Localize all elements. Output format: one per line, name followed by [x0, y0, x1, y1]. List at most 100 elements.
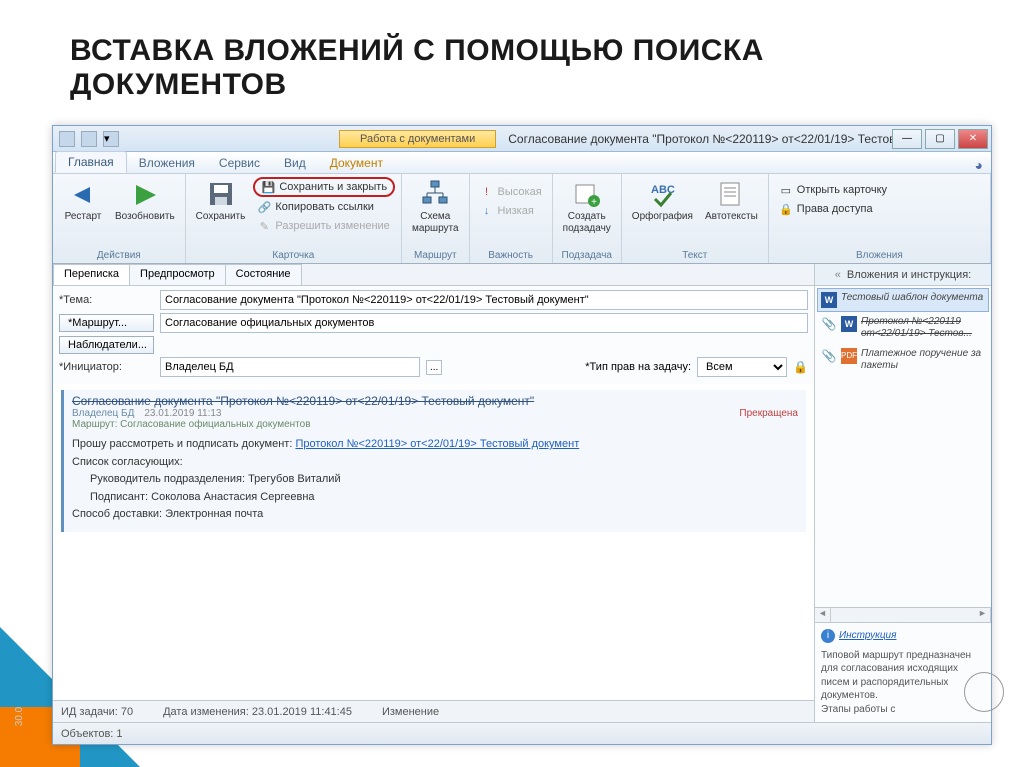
attachments-list: W Тестовый шаблон документа 📎 W Протокол… — [815, 286, 991, 378]
open-card-button[interactable]: ▭ Открыть карточку — [775, 181, 891, 199]
subtab-preview[interactable]: Предпросмотр — [129, 264, 226, 285]
document-link[interactable]: Протокол №<220119> от<22/01/19> Тестовый… — [295, 438, 579, 450]
subtab-correspondence[interactable]: Переписка — [53, 264, 130, 285]
chevron-left-icon[interactable]: « — [835, 269, 841, 281]
route-input[interactable] — [160, 313, 808, 333]
ribbon-tab-main[interactable]: Главная — [55, 151, 127, 173]
message-block: Согласование документа "Протокол №<22011… — [61, 390, 806, 532]
form-area: *Тема: *Маршрут... Наблюдатели... *Иници… — [53, 286, 814, 384]
attachment-item[interactable]: 📎 PDF Платежное поручение за пакеты — [817, 344, 989, 376]
allow-edit-button[interactable]: ✎ Разрешить изменение — [253, 217, 395, 235]
save-close-button[interactable]: 💾 Сохранить и закрыть — [253, 177, 395, 197]
task-id: ИД задачи: 70 — [61, 706, 133, 718]
group-subtask: + Создать подзадачу Подзадача — [553, 174, 622, 263]
autotext-icon — [716, 179, 746, 209]
access-rights-button[interactable]: 🔒 Права доступа — [775, 200, 891, 218]
rights-label: *Тип прав на задачу: — [585, 361, 691, 373]
rights-select[interactable]: Всем — [697, 357, 787, 377]
close-button[interactable]: ✕ — [958, 129, 988, 149]
lock-icon: 🔒 — [779, 202, 793, 216]
main-pane: Переписка Предпросмотр Состояние *Тема: … — [53, 264, 815, 722]
ribbon-tabs: Главная Вложения Сервис Вид Документ ◕ — [53, 152, 991, 174]
group-card: Сохранить 💾 Сохранить и закрыть 🔗 Копиро… — [186, 174, 402, 263]
scroll-right-icon[interactable]: ► — [975, 608, 991, 622]
word-icon: W — [821, 292, 837, 308]
modified-date: Дата изменения: 23.01.2019 11:41:45 — [163, 706, 352, 718]
group-actions: Рестарт Возобновить Действия — [53, 174, 186, 263]
maximize-button[interactable]: ▢ — [925, 129, 955, 149]
slide-title: ВСТАВКА ВЛОЖЕНИЙ С ПОМОЩЬЮ ПОИСКА ДОКУМЕ… — [0, 0, 1024, 116]
autotext-button[interactable]: Автотексты — [701, 177, 762, 225]
attachment-item[interactable]: 📎 W Протокол №<220119 от<22/01/19> Тесто… — [817, 312, 989, 344]
group-attachments: ▭ Открыть карточку 🔒 Права доступа Вложе… — [769, 174, 991, 263]
observers-button[interactable]: Наблюдатели... — [59, 336, 154, 354]
ribbon-tab-service[interactable]: Сервис — [207, 153, 272, 173]
lock-icon: 🔒 — [793, 360, 808, 374]
resume-button[interactable]: Возобновить — [111, 177, 179, 225]
clip-icon: 📎 — [821, 316, 837, 332]
message-area: Согласование документа "Протокол №<22011… — [53, 384, 814, 700]
restart-icon — [68, 179, 98, 209]
group-route: Схема маршрута Маршрут — [402, 174, 470, 263]
side-header: « Вложения и инструкция: — [815, 264, 991, 286]
clip-icon: 📎 — [821, 348, 837, 364]
ribbon-tab-view[interactable]: Вид — [272, 153, 318, 173]
qat-icon[interactable] — [81, 131, 97, 147]
initiator-label: *Инициатор: — [59, 361, 154, 373]
edit-icon: ✎ — [257, 219, 271, 233]
page-number-circle — [964, 672, 1004, 712]
route-scheme-button[interactable]: Схема маршрута — [408, 177, 463, 236]
save-icon — [206, 179, 236, 209]
spellcheck-button[interactable]: ABC Орфография — [628, 177, 697, 225]
scroll-left-icon[interactable]: ◄ — [815, 608, 831, 622]
attachment-item[interactable]: W Тестовый шаблон документа — [817, 288, 989, 312]
copy-link-button[interactable]: 🔗 Копировать ссылки — [253, 198, 395, 216]
route-button[interactable]: *Маршрут... — [59, 314, 154, 332]
instruction-link[interactable]: Инструкция — [839, 630, 896, 641]
ribbon-tab-attachments[interactable]: Вложения — [127, 153, 207, 173]
message-route: Маршрут: Согласование официальных докуме… — [72, 419, 798, 430]
status-bar-info: ИД задачи: 70 Дата изменения: 23.01.2019… — [53, 700, 814, 722]
create-subtask-button[interactable]: + Создать подзадачу — [559, 177, 615, 236]
help-icon[interactable]: ◕ — [975, 157, 983, 173]
status-bar-bottom: Объектов: 1 — [53, 722, 991, 744]
link-icon: 🔗 — [257, 200, 271, 214]
save-close-icon: 💾 — [261, 180, 275, 194]
group-text: ABC Орфография Автотексты Текст — [622, 174, 769, 263]
restart-button[interactable]: Рестарт — [59, 177, 107, 225]
content-area: Переписка Предпросмотр Состояние *Тема: … — [53, 264, 991, 722]
slide-date: 30.0 — [14, 707, 25, 726]
sub-tabs: Переписка Предпросмотр Состояние — [53, 264, 814, 286]
app-window: ▾ Работа с документами Согласование доку… — [52, 125, 992, 745]
side-pane: « Вложения и инструкция: W Тестовый шабл… — [815, 264, 991, 722]
initiator-input[interactable] — [160, 357, 420, 377]
svg-text:+: + — [591, 197, 597, 208]
minimize-button[interactable]: — — [892, 129, 922, 149]
quick-access-toolbar[interactable]: ▾ — [53, 131, 119, 147]
scheme-icon — [420, 179, 450, 209]
save-button[interactable]: Сохранить — [192, 177, 250, 225]
side-scrollbar[interactable]: ◄ ► — [815, 607, 991, 623]
titlebar: ▾ Работа с документами Согласование доку… — [53, 126, 991, 152]
context-tab-label: Работа с документами — [339, 130, 496, 148]
qat-icon[interactable] — [59, 131, 75, 147]
message-date: 23.01.2019 11:13 — [144, 408, 221, 419]
ribbon-tab-document[interactable]: Документ — [318, 153, 395, 173]
message-status: Прекращена — [739, 408, 798, 419]
importance-high-button[interactable]: ! Высокая — [476, 183, 546, 201]
initiator-picker-icon[interactable]: ... — [426, 360, 442, 375]
importance-low-button[interactable]: ↓ Низкая — [476, 202, 546, 220]
group-importance: ! Высокая ↓ Низкая Важность — [470, 174, 553, 263]
window-title: Согласование документа "Протокол №<22011… — [496, 132, 892, 146]
resume-icon — [130, 179, 160, 209]
qat-dropdown-icon[interactable]: ▾ — [103, 131, 119, 147]
topic-input[interactable] — [160, 290, 808, 310]
subtab-state[interactable]: Состояние — [225, 264, 302, 285]
word-icon: W — [841, 316, 857, 332]
card-icon: ▭ — [779, 183, 793, 197]
pdf-icon: PDF — [841, 348, 857, 364]
importance-low-icon: ↓ — [480, 204, 494, 218]
spellcheck-icon: ABC — [647, 179, 677, 209]
ribbon: Рестарт Возобновить Действия Сохранить 💾 — [53, 174, 991, 264]
window-controls: — ▢ ✕ — [892, 129, 991, 149]
